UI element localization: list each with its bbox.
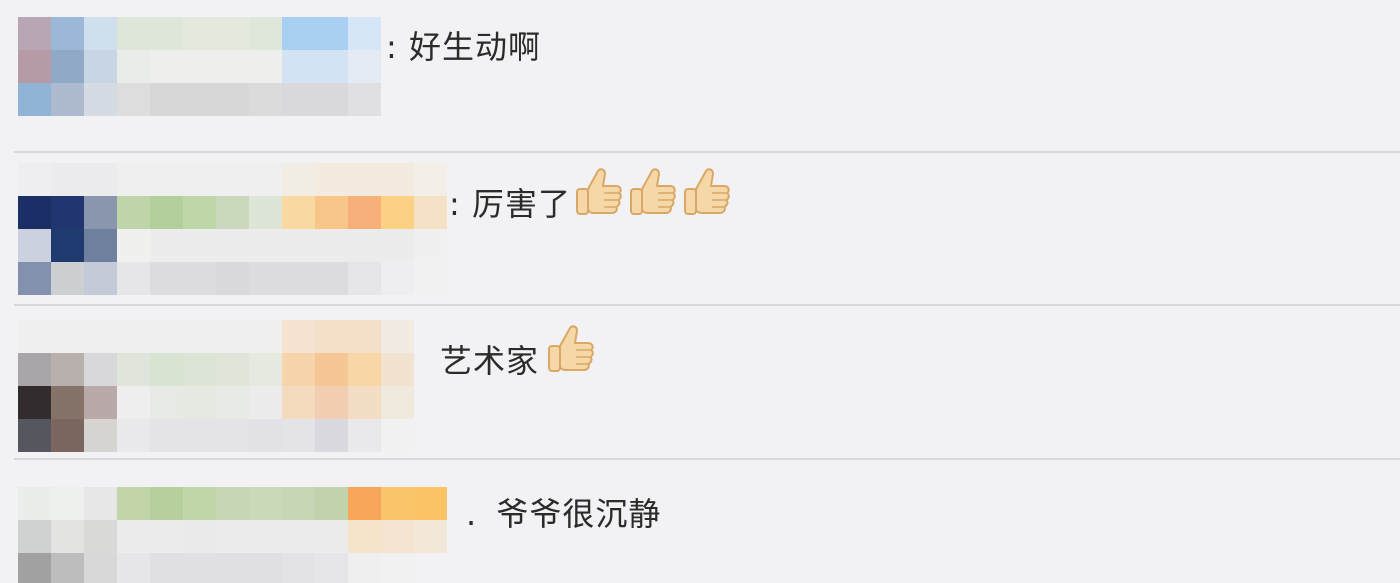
comment-text: 艺术家 — [440, 336, 539, 382]
comment-body: 艺术家 — [440, 342, 540, 380]
thumbs-up-icon — [574, 167, 624, 223]
thumbs-up-icon — [546, 324, 596, 380]
reaction-emojis — [546, 324, 596, 380]
comment-item: . 爷爷很沉静 — [0, 459, 1400, 583]
comment-list: : 好生动啊 : 厉害了 艺术家 . 爷爷很沉静 — [0, 0, 1400, 583]
thumbs-up-icon — [628, 167, 678, 223]
comment-separator: : — [449, 185, 461, 223]
comment-text: : 好生动啊 — [386, 22, 541, 68]
thumbs-up-icon — [682, 167, 732, 223]
comment-item: : 好生动啊 — [0, 0, 1400, 153]
comment-body: 爷爷很沉静 — [496, 495, 662, 533]
comment-item: : 厉害了 — [0, 153, 1400, 306]
comment-text: : 厉害了 — [449, 179, 571, 225]
comment-separator: . — [466, 495, 478, 533]
redacted-user-info — [18, 487, 447, 583]
comment-item: 艺术家 — [0, 306, 1400, 459]
comment-body: 好生动啊 — [408, 28, 541, 66]
comment-separator: : — [386, 28, 398, 66]
redacted-user-info — [18, 320, 414, 452]
redacted-user-info — [18, 163, 447, 295]
reaction-emojis — [574, 167, 732, 223]
comment-body: 厉害了 — [471, 185, 571, 223]
redacted-user-info — [18, 17, 381, 116]
comment-text: . 爷爷很沉静 — [466, 489, 661, 535]
